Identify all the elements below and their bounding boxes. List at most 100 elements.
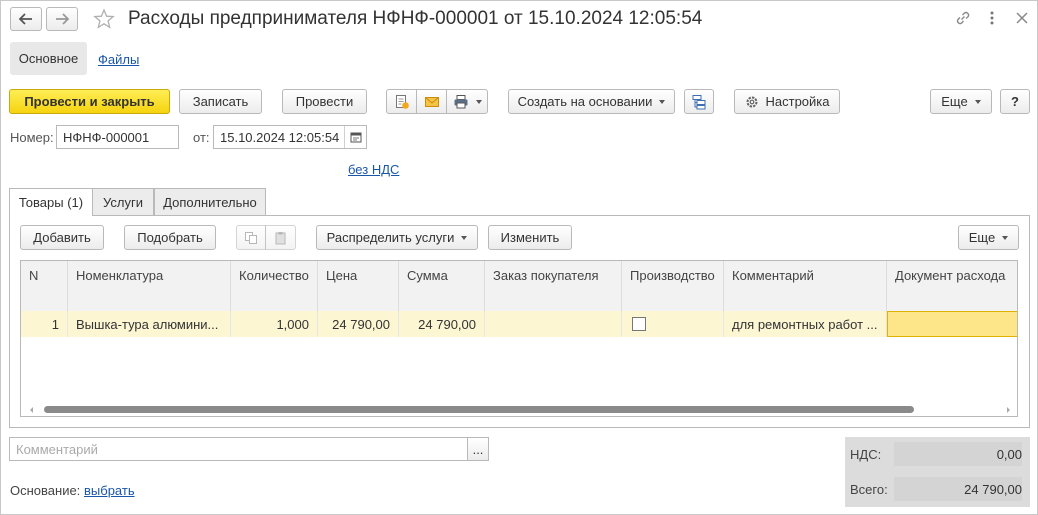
scroll-right-icon[interactable] — [1003, 405, 1013, 415]
comment-ellipsis-button[interactable]: ... — [467, 437, 489, 461]
structure-button[interactable] — [684, 89, 714, 114]
arrow-left-icon — [19, 13, 32, 25]
change-label: Изменить — [500, 230, 560, 245]
basis-select-link[interactable]: выбрать — [84, 483, 135, 498]
date-value: 15.10.2024 12:05:54 — [220, 129, 340, 145]
scroll-left-icon[interactable] — [27, 405, 37, 415]
chevron-down-icon — [1002, 235, 1009, 240]
grand-total-value: 24 790,00 — [894, 477, 1022, 501]
comment-field[interactable]: Комментарий — [9, 437, 468, 461]
cell-comment[interactable]: для ремонтных работ ... — [724, 311, 887, 337]
cell-order[interactable] — [485, 311, 622, 337]
production-checkbox[interactable] — [632, 317, 646, 331]
cell-qty[interactable]: 1,000 — [231, 311, 318, 337]
envelope-icon — [424, 96, 439, 107]
comment-placeholder: Комментарий — [16, 441, 98, 457]
distribute-services-button[interactable]: Распределить услуги — [316, 225, 478, 250]
vat-total-value: 0,00 — [894, 442, 1022, 466]
add-row-label: Добавить — [33, 230, 91, 245]
window-title: Расходы предпринимателя НФНФ-000001 от 1… — [128, 8, 703, 29]
calendar-button[interactable] — [344, 126, 366, 148]
ellipsis-label: ... — [472, 441, 484, 457]
column-header-production[interactable]: Производство — [622, 261, 724, 311]
cell-sum[interactable]: 24 790,00 — [399, 311, 485, 337]
post-button[interactable]: Провести — [282, 89, 367, 114]
more-label: Еще — [941, 94, 968, 109]
cell-price[interactable]: 24 790,00 — [318, 311, 399, 337]
tab-goods[interactable]: Товары (1) — [9, 188, 93, 216]
document-report-icon — [395, 94, 409, 109]
pick-button[interactable]: Подобрать — [124, 225, 216, 250]
settings-label: Настройка — [765, 94, 830, 109]
more-vertical-icon[interactable] — [985, 9, 999, 27]
nav-main[interactable]: Основное — [10, 42, 87, 75]
scrollbar-thumb[interactable] — [44, 406, 914, 413]
post-and-close-button[interactable]: Провести и закрыть — [9, 89, 170, 114]
report-button[interactable] — [386, 89, 417, 114]
chevron-down-icon — [475, 99, 482, 104]
save-label: Записать — [192, 94, 249, 109]
tab-services-label: Услуги — [103, 194, 143, 210]
date-field[interactable]: 15.10.2024 12:05:54 — [213, 125, 367, 149]
back-button[interactable] — [10, 7, 42, 31]
grand-total-label: Всего: — [850, 482, 888, 497]
horizontal-scrollbar[interactable] — [21, 403, 1017, 416]
post-label: Провести — [295, 94, 354, 109]
column-header-order[interactable]: Заказ покупателя — [485, 261, 622, 311]
totals-panel: НДС: 0,00 Всего: 24 790,00 — [845, 437, 1030, 507]
create-on-basis-label: Создать на основании — [517, 94, 653, 109]
favorite-star-icon[interactable] — [93, 8, 115, 30]
change-button[interactable]: Изменить — [488, 225, 572, 250]
nav-files-link[interactable]: Файлы — [98, 52, 139, 67]
column-header-comment[interactable]: Комментарий — [724, 261, 887, 311]
distribute-services-label: Распределить услуги — [326, 230, 455, 245]
table-more-label: Еще — [968, 230, 996, 245]
post-and-close-label: Провести и закрыть — [24, 94, 155, 109]
forward-button[interactable] — [46, 7, 78, 31]
basis-label: Основание: — [10, 483, 81, 498]
link-icon[interactable] — [954, 9, 972, 27]
pick-label: Подобрать — [137, 230, 203, 245]
copy-button[interactable] — [236, 225, 266, 250]
close-icon[interactable] — [1014, 10, 1030, 26]
column-header-sum[interactable]: Сумма — [399, 261, 485, 311]
paste-button[interactable] — [265, 225, 296, 250]
column-header-doc[interactable]: Документ расхода — [887, 261, 1017, 311]
tab-additional-label: Дополнительно — [163, 194, 257, 210]
vat-link[interactable]: без НДС — [348, 162, 399, 177]
number-field[interactable]: НФНФ-000001 — [56, 125, 179, 149]
table-more-button[interactable]: Еще — [958, 225, 1019, 250]
chevron-down-icon — [461, 235, 468, 240]
nav-main-label: Основное — [18, 51, 79, 66]
printer-icon — [454, 95, 467, 109]
cell-n[interactable]: 1 — [21, 311, 68, 337]
goods-table: N Номенклатура Количество Цена Сумма Зак… — [20, 260, 1018, 417]
print-button[interactable] — [446, 89, 488, 114]
help-label: ? — [1011, 94, 1019, 109]
cell-production — [622, 311, 724, 337]
more-button[interactable]: Еще — [930, 89, 992, 114]
column-header-qty[interactable]: Количество — [231, 261, 318, 311]
copy-icon — [245, 231, 257, 244]
number-value: НФНФ-000001 — [63, 129, 150, 145]
chevron-down-icon — [659, 99, 666, 104]
column-header-price[interactable]: Цена — [318, 261, 399, 311]
cell-item[interactable]: Вышка-тура алюмини... — [68, 311, 231, 337]
mail-button[interactable] — [416, 89, 447, 114]
cell-doc-active[interactable] — [887, 311, 1017, 337]
help-button[interactable]: ? — [1000, 89, 1030, 114]
create-on-basis-button[interactable]: Создать на основании — [508, 89, 675, 114]
calendar-icon — [350, 132, 361, 143]
tab-services[interactable]: Услуги — [92, 188, 154, 215]
tab-additional[interactable]: Дополнительно — [154, 188, 266, 215]
paste-icon — [275, 231, 285, 244]
number-label: Номер: — [10, 130, 54, 145]
settings-button[interactable]: Настройка — [734, 89, 840, 114]
save-button[interactable]: Записать — [179, 89, 262, 114]
add-row-button[interactable]: Добавить — [20, 225, 104, 250]
gear-icon — [746, 96, 757, 107]
column-header-n[interactable]: N — [21, 261, 68, 311]
date-label: от: — [193, 130, 210, 145]
column-header-item[interactable]: Номенклатура — [68, 261, 231, 311]
chevron-down-icon — [974, 99, 981, 104]
